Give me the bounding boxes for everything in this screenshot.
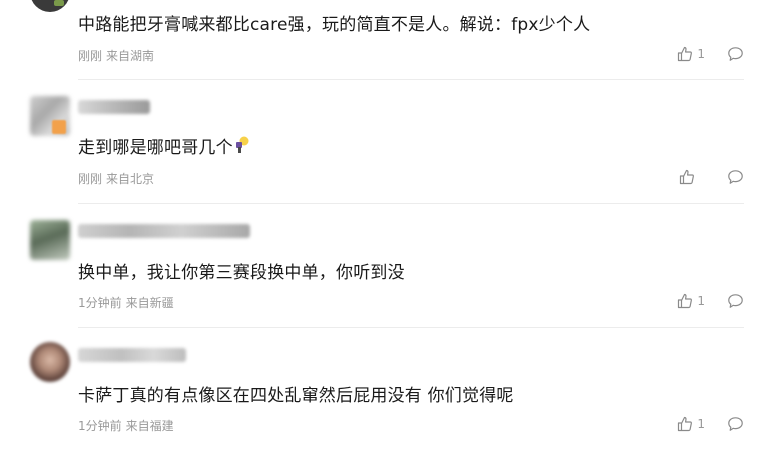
comment-text: 卡萨丁真的有点像区在四处乱窜然后屁用没有 你们觉得呢 bbox=[78, 386, 514, 406]
comment-text: 换中单，我让你第三赛段换中单，你听到没 bbox=[78, 263, 405, 283]
comment-actions bbox=[679, 168, 744, 186]
avatar[interactable] bbox=[30, 220, 70, 260]
thumbs-up-icon bbox=[677, 46, 693, 62]
like-button[interactable]: 1 bbox=[677, 293, 705, 309]
comment-meta: 1分钟前 来自福建 bbox=[78, 417, 174, 434]
like-button[interactable] bbox=[679, 169, 705, 185]
comment-feed: 中路能把牙膏喊来都比care强，玩的简直不是人。解说：fpx少个人 刚刚 来自湖南… bbox=[0, 0, 784, 453]
comment-item: 卡萨丁真的有点像区在四处乱窜然后屁用没有 你们觉得呢 1分钟前 来自福建 1 bbox=[0, 328, 784, 453]
comment-meta: 1分钟前 来自新疆 bbox=[78, 294, 174, 311]
like-count: 1 bbox=[697, 294, 705, 308]
comment-location: 来自北京 bbox=[106, 172, 155, 186]
comment-location: 来自新疆 bbox=[125, 296, 174, 310]
speech-bubble-icon bbox=[727, 293, 744, 309]
comment-time: 1分钟前 bbox=[78, 419, 122, 433]
reply-button[interactable] bbox=[727, 416, 744, 432]
comment-item: 中路能把牙膏喊来都比care强，玩的简直不是人。解说：fpx少个人 刚刚 来自湖南… bbox=[0, 0, 784, 80]
comment-actions: 1 bbox=[677, 415, 744, 433]
avatar[interactable] bbox=[30, 342, 70, 382]
thumbs-up-icon bbox=[677, 416, 693, 432]
like-count: 1 bbox=[697, 417, 705, 431]
comment-time: 刚刚 bbox=[78, 172, 103, 186]
reply-button[interactable] bbox=[727, 293, 744, 309]
username[interactable] bbox=[78, 224, 250, 238]
like-button[interactable]: 1 bbox=[677, 46, 705, 62]
reply-button[interactable] bbox=[727, 46, 744, 62]
speech-bubble-icon bbox=[727, 46, 744, 62]
comment-text-content: 走到哪是哪吧哥几个 bbox=[78, 138, 233, 158]
comment-time: 1分钟前 bbox=[78, 296, 122, 310]
comment-actions: 1 bbox=[677, 292, 744, 310]
comment-item: 换中单，我让你第三赛段换中单，你听到没 1分钟前 来自新疆 1 bbox=[0, 204, 784, 328]
comment-time: 刚刚 bbox=[78, 49, 103, 63]
comment-meta: 刚刚 来自北京 bbox=[78, 170, 154, 187]
comment-meta: 刚刚 来自湖南 bbox=[78, 47, 154, 64]
speech-bubble-icon bbox=[727, 416, 744, 432]
reply-button[interactable] bbox=[727, 169, 744, 185]
comment-location: 来自湖南 bbox=[106, 49, 155, 63]
lightbulb-emoji-icon bbox=[234, 135, 250, 160]
thumbs-up-icon bbox=[677, 293, 693, 309]
avatar-badge bbox=[52, 120, 66, 134]
comment-text: 中路能把牙膏喊来都比care强，玩的简直不是人。解说：fpx少个人 bbox=[78, 15, 591, 35]
speech-bubble-icon bbox=[727, 169, 744, 185]
comment-location: 来自福建 bbox=[125, 419, 174, 433]
comment-actions: 1 bbox=[677, 45, 744, 63]
username[interactable] bbox=[78, 100, 150, 114]
like-count: 1 bbox=[697, 47, 705, 61]
thumbs-up-icon bbox=[679, 169, 695, 185]
like-button[interactable]: 1 bbox=[677, 416, 705, 432]
avatar[interactable] bbox=[30, 0, 70, 12]
comment-text: 走到哪是哪吧哥几个 bbox=[78, 133, 250, 160]
comment-item: 走到哪是哪吧哥几个 刚刚 来自北京 bbox=[0, 80, 784, 204]
username[interactable] bbox=[78, 348, 186, 362]
